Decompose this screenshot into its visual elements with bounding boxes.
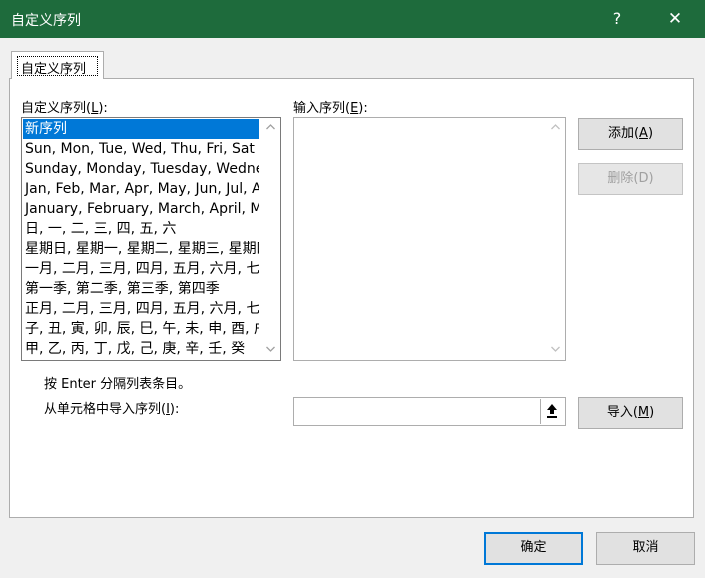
list-entries-textarea[interactable]: [294, 118, 548, 362]
list-entries-label: 输入序列(E):: [293, 101, 368, 116]
list-item[interactable]: 新序列: [23, 119, 259, 139]
import-button[interactable]: 导入(M): [578, 397, 683, 429]
list-entries-scrollbar[interactable]: [545, 118, 565, 360]
list-item[interactable]: Jan, Feb, Mar, Apr, May, Jun, Jul, Aug, …: [23, 179, 259, 199]
close-button[interactable]: ✕: [660, 6, 690, 32]
collapse-dialog-button[interactable]: [540, 399, 564, 424]
delete-button[interactable]: 删除(D): [578, 163, 683, 195]
help-button[interactable]: ?: [604, 6, 630, 32]
list-item[interactable]: 子, 丑, 寅, 卯, 辰, 巳, 午, 未, 申, 酉, 戌, 亥: [23, 319, 259, 339]
list-item[interactable]: January, February, March, April, May, Ju…: [23, 199, 259, 219]
list-item[interactable]: 星期日, 星期一, 星期二, 星期三, 星期四, 星期五, 星期六: [23, 239, 259, 259]
add-button[interactable]: 添加(A): [578, 118, 683, 150]
custom-lists-label: 自定义序列(L):: [21, 101, 108, 116]
list-item[interactable]: Sunday, Monday, Tuesday, Wednesday, Thur…: [23, 159, 259, 179]
chevron-down-icon[interactable]: [545, 340, 565, 360]
list-item[interactable]: 甲, 乙, 丙, 丁, 戊, 己, 庚, 辛, 壬, 癸: [23, 339, 259, 359]
title-bar: 自定义序列 ? ✕: [0, 0, 705, 38]
custom-lists-items: 新序列 Sun, Mon, Tue, Wed, Thu, Fri, Sat Sund…: [23, 119, 259, 359]
collapse-dialog-icon: [547, 404, 557, 418]
custom-lists-listbox[interactable]: 新序列 Sun, Mon, Tue, Wed, Thu, Fri, Sat Sund…: [21, 117, 281, 361]
cancel-button[interactable]: 取消: [596, 532, 695, 565]
ok-button[interactable]: 确定: [484, 532, 583, 565]
window-title: 自定义序列: [11, 13, 81, 29]
chevron-up-icon[interactable]: [545, 118, 565, 138]
list-item[interactable]: 正月, 二月, 三月, 四月, 五月, 六月, 七月, 八月, 九月, 十月, …: [23, 299, 259, 319]
import-range-input[interactable]: [296, 401, 538, 423]
list-item[interactable]: 一月, 二月, 三月, 四月, 五月, 六月, 七月, 八月, 九月, 十月, …: [23, 259, 259, 279]
list-item[interactable]: 第一季, 第二季, 第三季, 第四季: [23, 279, 259, 299]
custom-lists-scrollbar[interactable]: [260, 118, 280, 360]
import-from-label: 从单元格中导入序列(I):: [44, 402, 180, 417]
list-item[interactable]: Sun, Mon, Tue, Wed, Thu, Fri, Sat: [23, 139, 259, 159]
tab-label: 自定义序列: [21, 62, 87, 77]
list-item[interactable]: 日, 一, 二, 三, 四, 五, 六: [23, 219, 259, 239]
chevron-up-icon[interactable]: [260, 118, 280, 138]
list-entries-box: [293, 117, 566, 362]
import-range-field: [293, 397, 566, 426]
tab-custom-lists[interactable]: 自定义序列: [11, 51, 104, 79]
chevron-down-icon[interactable]: [260, 340, 280, 360]
hint-text: 按 Enter 分隔列表条目。: [44, 377, 192, 392]
